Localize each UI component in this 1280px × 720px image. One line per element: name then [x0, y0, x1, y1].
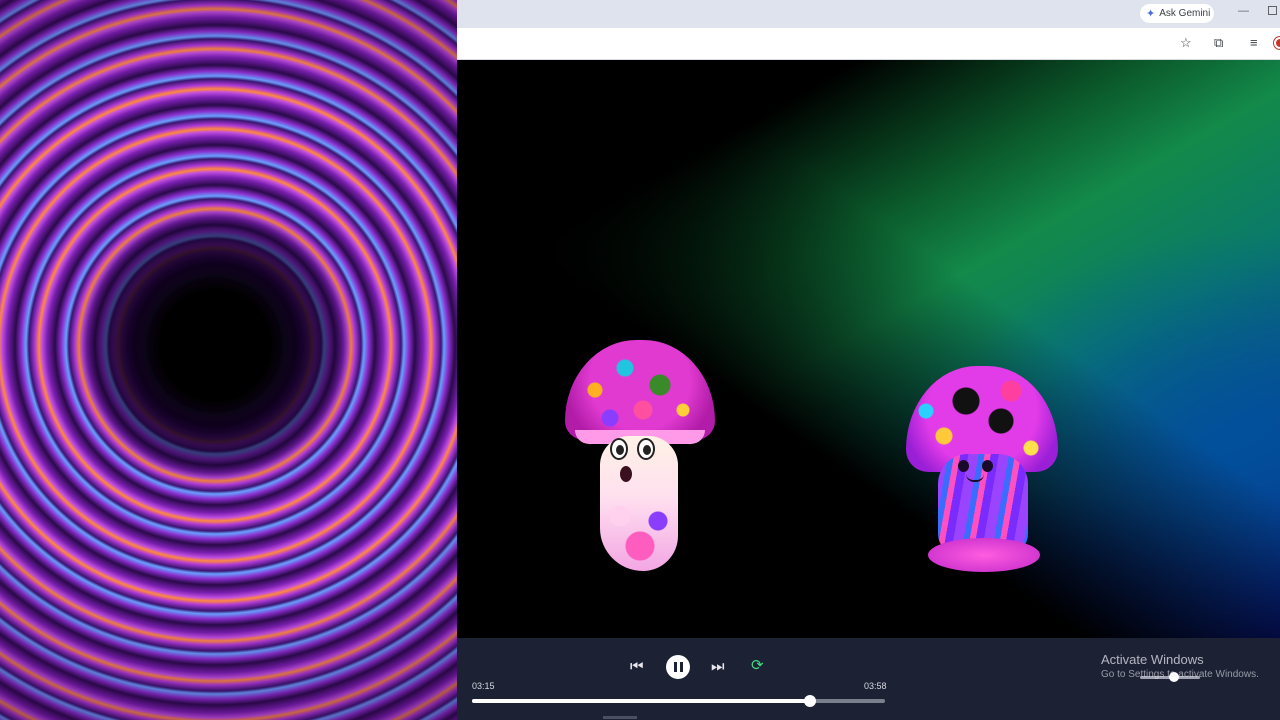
mushroom-eye — [610, 438, 628, 460]
media-list-icon[interactable]: ≡ — [1250, 35, 1258, 50]
progress-fill — [472, 699, 811, 703]
repeat-icon[interactable]: ⟳ — [751, 658, 764, 673]
activate-windows-subtitle: Go to Settings to activate Windows. — [1101, 669, 1259, 680]
previous-icon[interactable]: ⏮ — [630, 659, 644, 674]
star-icon[interactable]: ☆ — [1180, 35, 1192, 51]
mushroom-character-right — [906, 366, 1058, 576]
mushroom-eye — [958, 460, 969, 472]
profile-icon[interactable] — [1274, 37, 1280, 49]
screen: ✦ Ask Gemini — ☆ ⧉ ≡ ⏮ ⏭ ⟳ 03:15 03:58 A… — [0, 0, 1280, 720]
mushroom-skirt — [928, 538, 1040, 572]
ask-gemini-label: Ask Gemini — [1159, 8, 1211, 19]
sparkle-icon: ✦ — [1146, 8, 1156, 20]
next-icon[interactable]: ⏭ — [711, 659, 725, 674]
extensions-icon[interactable]: ⧉ — [1214, 35, 1223, 51]
vortex-background-image — [0, 0, 457, 720]
mushroom-character-left — [565, 340, 715, 580]
browser-address-bar[interactable] — [457, 28, 1280, 60]
progress-slider[interactable] — [472, 695, 885, 707]
total-time: 03:58 — [864, 681, 887, 691]
maximize-icon[interactable] — [1268, 6, 1277, 15]
activate-windows-title: Activate Windows — [1101, 652, 1204, 667]
pause-button[interactable] — [666, 655, 690, 679]
mushroom-eye — [982, 460, 993, 472]
mushroom-cap — [565, 340, 715, 440]
mushroom-eye — [637, 438, 655, 460]
minimize-icon[interactable]: — — [1238, 5, 1249, 17]
mushroom-mouth — [620, 466, 632, 482]
pause-icon — [673, 662, 677, 672]
scroll-indicator — [603, 716, 637, 719]
current-time: 03:15 — [472, 681, 495, 691]
ask-gemini-button[interactable]: ✦ Ask Gemini — [1140, 4, 1214, 23]
